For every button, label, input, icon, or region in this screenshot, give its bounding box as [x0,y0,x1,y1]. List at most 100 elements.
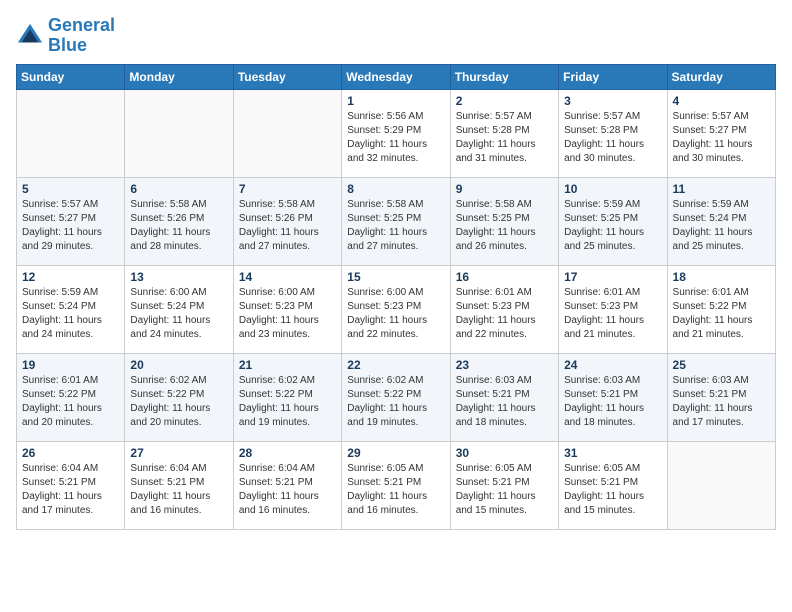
day-number: 8 [347,182,444,196]
calendar-cell: 2Sunrise: 5:57 AM Sunset: 5:28 PM Daylig… [450,89,558,177]
day-number: 7 [239,182,336,196]
calendar-cell: 19 Sunrise: 6:01 AM Sunset: 5:22 PM Dayli… [17,353,125,441]
cell-info: Sunrise: 6:04 AM Sunset: 5:21 PM Dayligh… [239,462,336,518]
cell-info: Sunrise: 6:00 AM Sunset: 5:23 PM Dayligh… [347,286,444,342]
cell-info: Sunrise: 5:58 AM Sunset: 5:26 PM Dayligh… [130,198,227,254]
day-number: 2 [456,94,553,108]
day-number: 15 [347,270,444,284]
day-header-sunday: Sunday [17,64,125,89]
day-number: 31 [564,446,661,460]
cell-info: Sunrise: 5:58 AM Sunset: 5:26 PM Dayligh… [239,198,336,254]
calendar-header-row: SundayMondayTuesdayWednesdayThursdayFrid… [17,64,776,89]
calendar-table: SundayMondayTuesdayWednesdayThursdayFrid… [16,64,776,530]
calendar-cell: 29 Sunrise: 6:05 AM Sunset: 5:21 PM Dayli… [342,441,450,529]
cell-info: Sunrise: 5:59 AM Sunset: 5:24 PM Dayligh… [22,286,119,342]
day-number: 17 [564,270,661,284]
calendar-cell: 18 Sunrise: 6:01 AM Sunset: 5:22 PM Dayli… [667,265,775,353]
day-number: 13 [130,270,227,284]
day-number: 6 [130,182,227,196]
cell-info: Sunrise: 6:05 AM Sunset: 5:21 PM Dayligh… [347,462,444,518]
calendar-cell: 8Sunrise: 5:58 AM Sunset: 5:25 PM Daylig… [342,177,450,265]
day-number: 19 [22,358,119,372]
calendar-cell: 13 Sunrise: 6:00 AM Sunset: 5:24 PM Dayli… [125,265,233,353]
calendar-week-1: 1Sunrise: 5:56 AM Sunset: 5:29 PM Daylig… [17,89,776,177]
calendar-cell [233,89,341,177]
page-header: GeneralBlue [16,16,776,56]
calendar-cell: 6 Sunrise: 5:58 AM Sunset: 5:26 PM Daylig… [125,177,233,265]
day-number: 30 [456,446,553,460]
calendar-cell: 22 Sunrise: 6:02 AM Sunset: 5:22 PM Dayli… [342,353,450,441]
calendar-week-5: 26 Sunrise: 6:04 AM Sunset: 5:21 PM Dayli… [17,441,776,529]
cell-info: Sunrise: 6:00 AM Sunset: 5:23 PM Dayligh… [239,286,336,342]
calendar-cell: 12 Sunrise: 5:59 AM Sunset: 5:24 PM Dayli… [17,265,125,353]
calendar-cell [125,89,233,177]
cell-info: Sunrise: 6:01 AM Sunset: 5:22 PM Dayligh… [673,286,770,342]
day-header-friday: Friday [559,64,667,89]
cell-info: Sunrise: 6:04 AM Sunset: 5:21 PM Dayligh… [130,462,227,518]
day-number: 22 [347,358,444,372]
calendar-cell: 4 Sunrise: 5:57 AM Sunset: 5:27 PM Daylig… [667,89,775,177]
day-number: 25 [673,358,770,372]
cell-info: Sunrise: 6:02 AM Sunset: 5:22 PM Dayligh… [130,374,227,430]
cell-info: Sunrise: 6:01 AM Sunset: 5:23 PM Dayligh… [456,286,553,342]
calendar-cell: 1Sunrise: 5:56 AM Sunset: 5:29 PM Daylig… [342,89,450,177]
calendar-cell: 20 Sunrise: 6:02 AM Sunset: 5:22 PM Dayli… [125,353,233,441]
calendar-cell [667,441,775,529]
calendar-cell: 25 Sunrise: 6:03 AM Sunset: 5:21 PM Dayli… [667,353,775,441]
calendar-cell: 27 Sunrise: 6:04 AM Sunset: 5:21 PM Dayli… [125,441,233,529]
calendar-week-4: 19 Sunrise: 6:01 AM Sunset: 5:22 PM Dayli… [17,353,776,441]
cell-info: Sunrise: 6:01 AM Sunset: 5:22 PM Dayligh… [22,374,119,430]
cell-info: Sunrise: 5:59 AM Sunset: 5:24 PM Dayligh… [673,198,770,254]
cell-info: Sunrise: 6:02 AM Sunset: 5:22 PM Dayligh… [347,374,444,430]
logo-text: GeneralBlue [48,16,115,56]
cell-info: Sunrise: 6:04 AM Sunset: 5:21 PM Dayligh… [22,462,119,518]
cell-info: Sunrise: 6:03 AM Sunset: 5:21 PM Dayligh… [456,374,553,430]
cell-info: Sunrise: 5:59 AM Sunset: 5:25 PM Dayligh… [564,198,661,254]
calendar-cell: 15 Sunrise: 6:00 AM Sunset: 5:23 PM Dayli… [342,265,450,353]
logo: GeneralBlue [16,16,115,56]
day-number: 14 [239,270,336,284]
day-number: 12 [22,270,119,284]
calendar-cell: 16 Sunrise: 6:01 AM Sunset: 5:23 PM Dayli… [450,265,558,353]
cell-info: Sunrise: 6:03 AM Sunset: 5:21 PM Dayligh… [673,374,770,430]
day-number: 20 [130,358,227,372]
cell-info: Sunrise: 5:57 AM Sunset: 5:27 PM Dayligh… [22,198,119,254]
day-number: 27 [130,446,227,460]
calendar-cell: 5Sunrise: 5:57 AM Sunset: 5:27 PM Daylig… [17,177,125,265]
calendar-cell: 28 Sunrise: 6:04 AM Sunset: 5:21 PM Dayli… [233,441,341,529]
cell-info: Sunrise: 5:58 AM Sunset: 5:25 PM Dayligh… [456,198,553,254]
day-header-thursday: Thursday [450,64,558,89]
day-header-tuesday: Tuesday [233,64,341,89]
cell-info: Sunrise: 6:00 AM Sunset: 5:24 PM Dayligh… [130,286,227,342]
calendar-cell: 30 Sunrise: 6:05 AM Sunset: 5:21 PM Dayli… [450,441,558,529]
cell-info: Sunrise: 6:01 AM Sunset: 5:23 PM Dayligh… [564,286,661,342]
day-header-saturday: Saturday [667,64,775,89]
calendar-cell: 21Sunrise: 6:02 AM Sunset: 5:22 PM Dayli… [233,353,341,441]
day-number: 1 [347,94,444,108]
day-number: 28 [239,446,336,460]
day-number: 24 [564,358,661,372]
calendar-cell [17,89,125,177]
day-number: 4 [673,94,770,108]
calendar-cell: 9Sunrise: 5:58 AM Sunset: 5:25 PM Daylig… [450,177,558,265]
calendar-cell: 3Sunrise: 5:57 AM Sunset: 5:28 PM Daylig… [559,89,667,177]
cell-info: Sunrise: 5:57 AM Sunset: 5:28 PM Dayligh… [564,110,661,166]
calendar-cell: 24Sunrise: 6:03 AM Sunset: 5:21 PM Dayli… [559,353,667,441]
day-header-wednesday: Wednesday [342,64,450,89]
calendar-cell: 11 Sunrise: 5:59 AM Sunset: 5:24 PM Dayli… [667,177,775,265]
calendar-week-3: 12 Sunrise: 5:59 AM Sunset: 5:24 PM Dayli… [17,265,776,353]
day-number: 16 [456,270,553,284]
logo-icon [16,22,44,50]
day-number: 18 [673,270,770,284]
day-number: 23 [456,358,553,372]
day-number: 10 [564,182,661,196]
cell-info: Sunrise: 6:05 AM Sunset: 5:21 PM Dayligh… [456,462,553,518]
cell-info: Sunrise: 6:02 AM Sunset: 5:22 PM Dayligh… [239,374,336,430]
day-number: 29 [347,446,444,460]
calendar-cell: 14 Sunrise: 6:00 AM Sunset: 5:23 PM Dayli… [233,265,341,353]
calendar-week-2: 5Sunrise: 5:57 AM Sunset: 5:27 PM Daylig… [17,177,776,265]
calendar-cell: 7 Sunrise: 5:58 AM Sunset: 5:26 PM Daylig… [233,177,341,265]
day-number: 11 [673,182,770,196]
cell-info: Sunrise: 5:57 AM Sunset: 5:27 PM Dayligh… [673,110,770,166]
day-number: 26 [22,446,119,460]
